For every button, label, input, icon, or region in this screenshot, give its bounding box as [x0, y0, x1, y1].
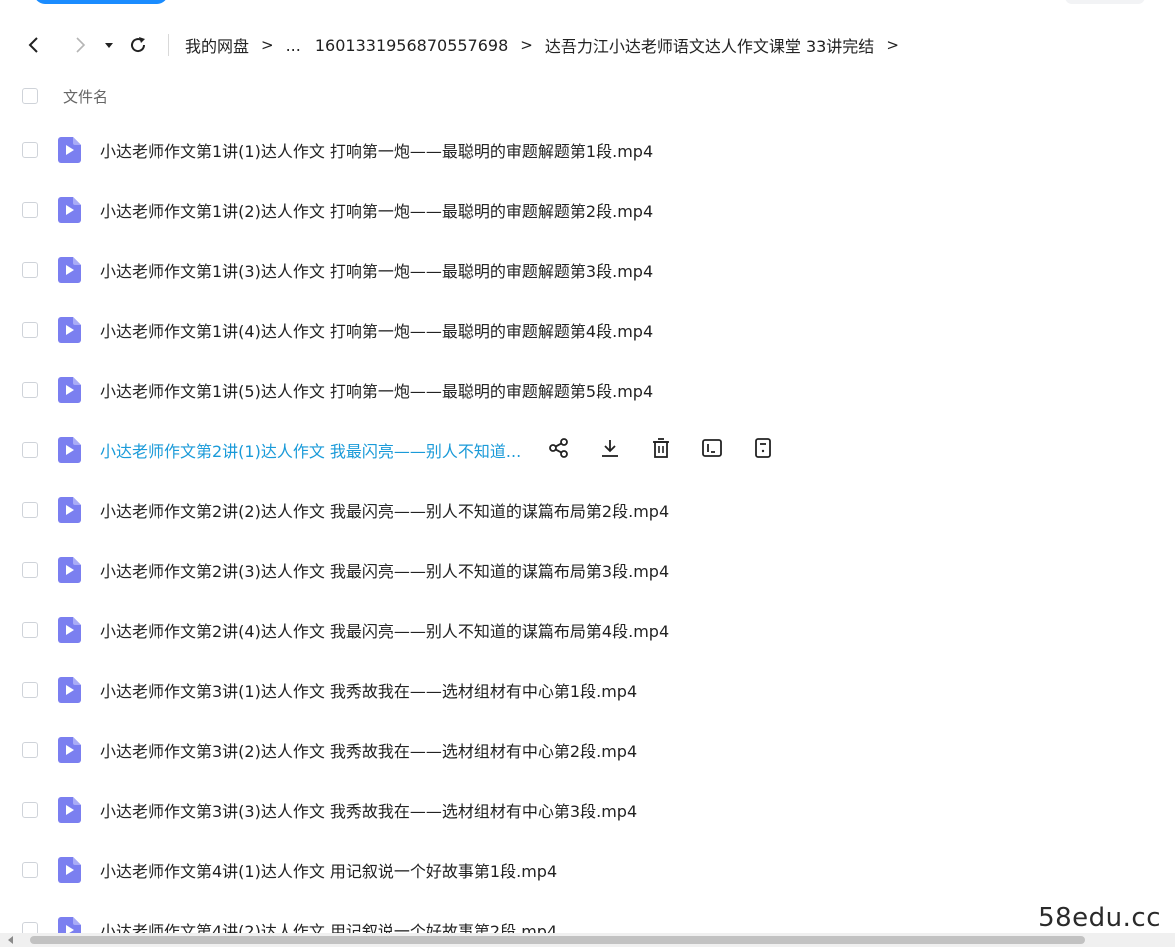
file-checkbox[interactable] — [22, 682, 38, 698]
list-header: 文件名 — [0, 80, 1175, 112]
chevron-right-icon — [76, 37, 86, 53]
video-file-icon — [58, 737, 81, 763]
video-file-icon — [58, 857, 81, 883]
video-file-icon — [58, 437, 81, 463]
delete-icon — [650, 437, 672, 463]
file-row[interactable]: 小达老师作文第3讲(2)达人作文 我秀故我在——选材组材有中心第2段.mp4 — [0, 720, 1175, 780]
more-button[interactable] — [751, 438, 775, 462]
file-checkbox[interactable] — [22, 142, 38, 158]
breadcrumb-separator: > — [520, 36, 533, 54]
file-checkbox[interactable] — [22, 202, 38, 218]
breadcrumb-separator: > — [261, 36, 274, 54]
file-checkbox[interactable] — [22, 442, 38, 458]
horizontal-scrollbar[interactable] — [0, 933, 1175, 947]
file-name[interactable]: 小达老师作文第3讲(2)达人作文 我秀故我在——选材组材有中心第2段.mp4 — [100, 738, 637, 762]
upload-button[interactable] — [34, 0, 168, 4]
refresh-button[interactable] — [122, 29, 154, 61]
video-file-icon — [58, 557, 81, 583]
watermark: 58edu.cc — [1038, 903, 1161, 933]
file-name[interactable]: 小达老师作文第2讲(2)达人作文 我最闪亮——别人不知道的谋篇布局第2段.mp4 — [100, 498, 669, 522]
top-toolbar-control[interactable] — [1065, 0, 1145, 4]
download-button[interactable] — [598, 438, 622, 462]
breadcrumb-separator: > — [886, 36, 899, 54]
more-icon — [752, 437, 774, 463]
row-actions — [547, 438, 802, 462]
video-file-icon — [58, 257, 81, 283]
file-name[interactable]: 小达老师作文第2讲(4)达人作文 我最闪亮——别人不知道的谋篇布局第4段.mp4 — [100, 618, 669, 642]
file-row[interactable]: 小达老师作文第2讲(2)达人作文 我最闪亮——别人不知道的谋篇布局第2段.mp4 — [0, 480, 1175, 540]
file-name[interactable]: 小达老师作文第3讲(3)达人作文 我秀故我在——选材组材有中心第3段.mp4 — [100, 798, 637, 822]
scrollbar-thumb[interactable] — [30, 936, 1085, 944]
share-icon — [548, 437, 570, 463]
file-checkbox[interactable] — [22, 742, 38, 758]
breadcrumb-item-root[interactable]: 我的网盘 — [185, 33, 249, 57]
breadcrumb-item-folder-id[interactable]: 1601331956870557698 — [315, 36, 508, 55]
video-file-icon — [58, 317, 81, 343]
file-checkbox[interactable] — [22, 502, 38, 518]
rename-button[interactable] — [700, 438, 724, 462]
share-button[interactable] — [547, 438, 571, 462]
video-file-icon — [58, 617, 81, 643]
file-row[interactable]: 小达老师作文第3讲(3)达人作文 我秀故我在——选材组材有中心第3段.mp4 — [0, 780, 1175, 840]
file-checkbox[interactable] — [22, 322, 38, 338]
file-row[interactable]: 小达老师作文第1讲(1)达人作文 打响第一炮——最聪明的审题解题第1段.mp4 — [0, 120, 1175, 180]
file-checkbox[interactable] — [22, 622, 38, 638]
file-name[interactable]: 小达老师作文第1讲(4)达人作文 打响第一炮——最聪明的审题解题第4段.mp4 — [100, 318, 653, 342]
download-icon — [599, 437, 621, 463]
scroll-left-arrow-icon[interactable] — [8, 936, 13, 944]
file-name[interactable]: 小达老师作文第4讲(1)达人作文 用记叙说一个好故事第1段.mp4 — [100, 858, 557, 882]
video-file-icon — [58, 497, 81, 523]
breadcrumb: 我的网盘 > ... 1601331956870557698 > 达吾力江小达老… — [185, 33, 911, 57]
file-name[interactable]: 小达老师作文第1讲(5)达人作文 打响第一炮——最聪明的审题解题第5段.mp4 — [100, 378, 653, 402]
breadcrumb-item-current[interactable]: 达吾力江小达老师语文达人作文课堂 33讲完结 — [545, 33, 874, 57]
file-row[interactable]: 小达老师作文第1讲(3)达人作文 打响第一炮——最聪明的审题解题第3段.mp4 — [0, 240, 1175, 300]
history-dropdown-button[interactable] — [98, 29, 120, 61]
chevron-left-icon — [28, 37, 38, 53]
delete-button[interactable] — [649, 438, 673, 462]
video-file-icon — [58, 377, 81, 403]
file-row[interactable]: 小达老师作文第3讲(1)达人作文 我秀故我在——选材组材有中心第1段.mp4 — [0, 660, 1175, 720]
video-file-icon — [58, 137, 81, 163]
navigation-bar: 我的网盘 > ... 1601331956870557698 > 达吾力江小达老… — [0, 26, 1175, 64]
caret-down-icon — [105, 43, 113, 48]
file-checkbox[interactable] — [22, 862, 38, 878]
breadcrumb-item-ellipsis[interactable]: ... — [286, 36, 301, 55]
file-checkbox[interactable] — [22, 382, 38, 398]
file-checkbox[interactable] — [22, 562, 38, 578]
file-row[interactable]: 小达老师作文第1讲(2)达人作文 打响第一炮——最聪明的审题解题第2段.mp4 — [0, 180, 1175, 240]
back-button[interactable] — [18, 29, 50, 61]
file-row[interactable]: 小达老师作文第4讲(1)达人作文 用记叙说一个好故事第1段.mp4 — [0, 840, 1175, 900]
file-name[interactable]: 小达老师作文第3讲(1)达人作文 我秀故我在——选材组材有中心第1段.mp4 — [100, 678, 637, 702]
file-row[interactable]: 小达老师作文第1讲(4)达人作文 打响第一炮——最聪明的审题解题第4段.mp4 — [0, 300, 1175, 360]
file-name[interactable]: 小达老师作文第2讲(3)达人作文 我最闪亮——别人不知道的谋篇布局第3段.mp4 — [100, 558, 669, 582]
file-checkbox[interactable] — [22, 802, 38, 818]
file-name[interactable]: 小达老师作文第1讲(3)达人作文 打响第一炮——最聪明的审题解题第3段.mp4 — [100, 258, 653, 282]
file-checkbox[interactable] — [22, 262, 38, 278]
file-name[interactable]: 小达老师作文第1讲(1)达人作文 打响第一炮——最聪明的审题解题第1段.mp4 — [100, 138, 653, 162]
forward-button[interactable] — [64, 29, 96, 61]
file-browser: 我的网盘 > ... 1601331956870557698 > 达吾力江小达老… — [0, 0, 1175, 947]
file-row[interactable]: 小达老师作文第2讲(4)达人作文 我最闪亮——别人不知道的谋篇布局第4段.mp4 — [0, 600, 1175, 660]
file-name[interactable]: 小达老师作文第2讲(1)达人作文 我最闪亮——别人不知道... — [100, 438, 521, 462]
video-file-icon — [58, 797, 81, 823]
rename-icon — [701, 437, 723, 463]
select-all-checkbox[interactable] — [22, 88, 38, 104]
file-row[interactable]: 小达老师作文第2讲(3)达人作文 我最闪亮——别人不知道的谋篇布局第3段.mp4 — [0, 540, 1175, 600]
video-file-icon — [58, 197, 81, 223]
nav-separator — [168, 34, 169, 56]
file-row[interactable]: 小达老师作文第1讲(5)达人作文 打响第一炮——最聪明的审题解题第5段.mp4 — [0, 360, 1175, 420]
video-file-icon — [58, 677, 81, 703]
refresh-icon — [131, 37, 146, 53]
file-row[interactable]: 小达老师作文第2讲(1)达人作文 我最闪亮——别人不知道... — [0, 420, 1175, 480]
column-header-name[interactable]: 文件名 — [63, 86, 108, 107]
file-name[interactable]: 小达老师作文第1讲(2)达人作文 打响第一炮——最聪明的审题解题第2段.mp4 — [100, 198, 653, 222]
file-list: 小达老师作文第1讲(1)达人作文 打响第一炮——最聪明的审题解题第1段.mp4 小… — [0, 120, 1175, 947]
